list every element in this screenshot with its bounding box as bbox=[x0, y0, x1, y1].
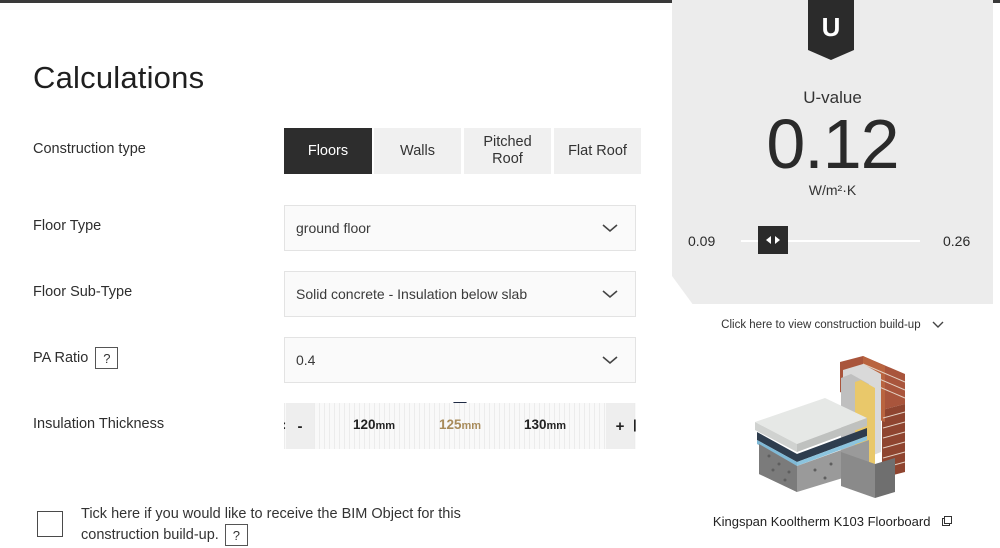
thickness-tick[interactable]: 120mm bbox=[353, 417, 395, 432]
slider-max-value: 0.26 bbox=[943, 233, 971, 249]
floor-sub-type-select[interactable]: Solid concrete - Insulation below slab bbox=[284, 271, 636, 317]
pa-ratio-select[interactable]: 0.4 bbox=[284, 337, 636, 383]
pa-ratio-label-row: PA Ratio ? bbox=[33, 347, 119, 369]
bim-object-text-row: Tick here if you would like to receive t… bbox=[81, 505, 511, 546]
decrease-thickness-button[interactable]: - bbox=[286, 403, 314, 449]
chevron-down-icon bbox=[602, 356, 618, 365]
bim-object-label: Tick here if you would like to receive t… bbox=[81, 506, 461, 543]
tab-floors[interactable]: Floors bbox=[284, 128, 372, 174]
floor-sub-type-label: Floor Sub-Type bbox=[33, 284, 133, 300]
drag-arrows-icon bbox=[766, 236, 781, 244]
page-title: Calculations bbox=[33, 60, 205, 95]
increase-thickness-button[interactable]: + bbox=[606, 403, 634, 449]
chevron-down-icon bbox=[602, 290, 618, 299]
pa-ratio-label: PA Ratio bbox=[33, 349, 89, 366]
thickness-tick[interactable]: 130mm bbox=[524, 417, 566, 432]
pa-ratio-value: 0.4 bbox=[296, 352, 316, 368]
bim-object-checkbox[interactable] bbox=[37, 511, 63, 537]
product-name-link[interactable]: Kingspan Kooltherm K103 Floorboard bbox=[672, 514, 993, 529]
thickness-tick-selected[interactable]: 125mm bbox=[439, 417, 481, 432]
tab-walls[interactable]: Walls bbox=[374, 128, 461, 174]
construction-build-up-illustration bbox=[755, 356, 906, 498]
view-build-up-text: Click here to view construction build-up bbox=[721, 319, 921, 331]
construction-type-label: Construction type bbox=[33, 141, 146, 157]
tab-flat-roof[interactable]: Flat Roof bbox=[554, 128, 641, 174]
bim-help-button[interactable]: ? bbox=[224, 524, 248, 546]
insulation-thickness-ruler[interactable]: : - 120mm 125mm 130mm + | bbox=[284, 403, 636, 449]
insulation-thickness-label: Insulation Thickness bbox=[33, 416, 165, 432]
chevron-down-icon bbox=[602, 224, 618, 233]
ruler-edge-mark: | bbox=[633, 417, 636, 432]
external-link-icon bbox=[942, 516, 953, 526]
product-name: Kingspan Kooltherm K103 Floorboard bbox=[712, 514, 931, 529]
floor-type-value: ground floor bbox=[296, 220, 371, 236]
panel-divider bbox=[672, 304, 993, 310]
tab-pitched-roof[interactable]: Pitched Roof bbox=[464, 128, 551, 174]
slider-min-value: 0.09 bbox=[688, 233, 716, 249]
u-value-number: 0.12 bbox=[766, 105, 899, 183]
pa-ratio-help-button[interactable]: ? bbox=[95, 347, 119, 369]
view-build-up-link[interactable]: Click here to view construction build-up bbox=[672, 318, 993, 331]
badge-letter: U bbox=[822, 12, 841, 42]
u-value-slider-handle[interactable] bbox=[758, 226, 789, 254]
floor-type-select[interactable]: ground floor bbox=[284, 205, 636, 251]
floor-type-label: Floor Type bbox=[33, 218, 102, 234]
u-value-badge: U bbox=[808, 0, 854, 60]
chevron-down-icon bbox=[932, 321, 944, 328]
floor-sub-type-value: Solid concrete - Insulation below slab bbox=[296, 286, 528, 302]
u-value-unit: W/m²·K bbox=[808, 182, 857, 198]
